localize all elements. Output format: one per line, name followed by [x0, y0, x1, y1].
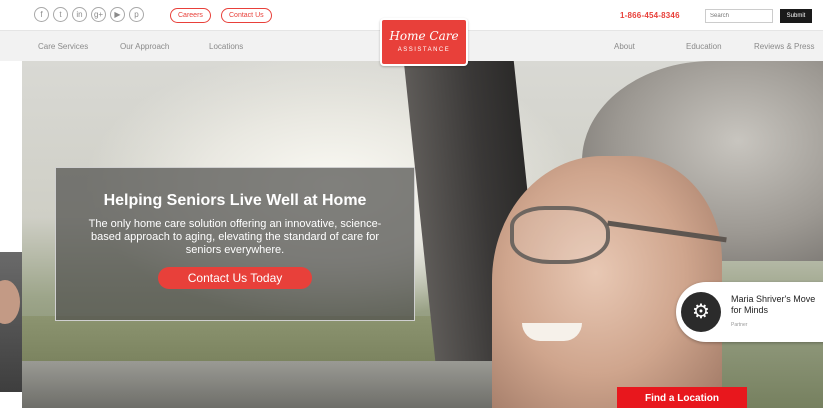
- careers-button[interactable]: Careers: [170, 8, 211, 23]
- contact-us-today-button[interactable]: Contact Us Today: [158, 267, 312, 289]
- facebook-icon[interactable]: f: [34, 7, 49, 22]
- search-input[interactable]: [705, 9, 773, 23]
- phone-number[interactable]: 1-866-454-8346: [620, 11, 680, 20]
- twitter-icon[interactable]: t: [53, 7, 68, 22]
- nav-our-approach[interactable]: Our Approach: [120, 42, 169, 51]
- linkedin-icon[interactable]: in: [72, 7, 87, 22]
- badge-title: Maria Shriver's Move for Minds: [731, 294, 816, 315]
- social-links: f t in g+ ▶ p: [34, 7, 144, 22]
- nav-care-services[interactable]: Care Services: [38, 42, 88, 51]
- search-submit-button[interactable]: Submit: [780, 9, 812, 23]
- move-for-minds-badge[interactable]: ⚙ Maria Shriver's Move for Minds Partner: [676, 282, 823, 342]
- contact-us-button[interactable]: Contact Us: [221, 8, 272, 23]
- nav-education[interactable]: Education: [686, 42, 722, 51]
- hero-panel: Helping Seniors Live Well at Home The on…: [55, 167, 415, 321]
- side-inset-photo: [0, 252, 22, 392]
- hero-title: Helping Seniors Live Well at Home: [103, 192, 367, 209]
- logo-script-text: Home Care: [389, 29, 459, 43]
- nav-reviews-press[interactable]: Reviews & Press: [754, 42, 814, 51]
- inset-portrait: [0, 280, 20, 324]
- googleplus-icon[interactable]: g+: [91, 7, 106, 22]
- gear-icon: ⚙: [681, 292, 721, 332]
- eyeglasses: [510, 206, 610, 264]
- logo-subtitle: ASSISTANCE: [397, 47, 451, 53]
- youtube-icon[interactable]: ▶: [110, 7, 125, 22]
- nav-locations[interactable]: Locations: [209, 42, 243, 51]
- smile: [522, 323, 582, 341]
- nav-about[interactable]: About: [614, 42, 635, 51]
- senior-face: [492, 156, 722, 408]
- find-a-location-button[interactable]: Find a Location: [617, 387, 747, 408]
- hero-body: The only home care solution offering an …: [88, 218, 382, 256]
- pinterest-icon[interactable]: p: [129, 7, 144, 22]
- car-door-sill: [22, 361, 492, 408]
- badge-subtitle: Partner: [731, 322, 748, 328]
- home-care-assistance-logo[interactable]: Home Care ASSISTANCE: [380, 18, 468, 66]
